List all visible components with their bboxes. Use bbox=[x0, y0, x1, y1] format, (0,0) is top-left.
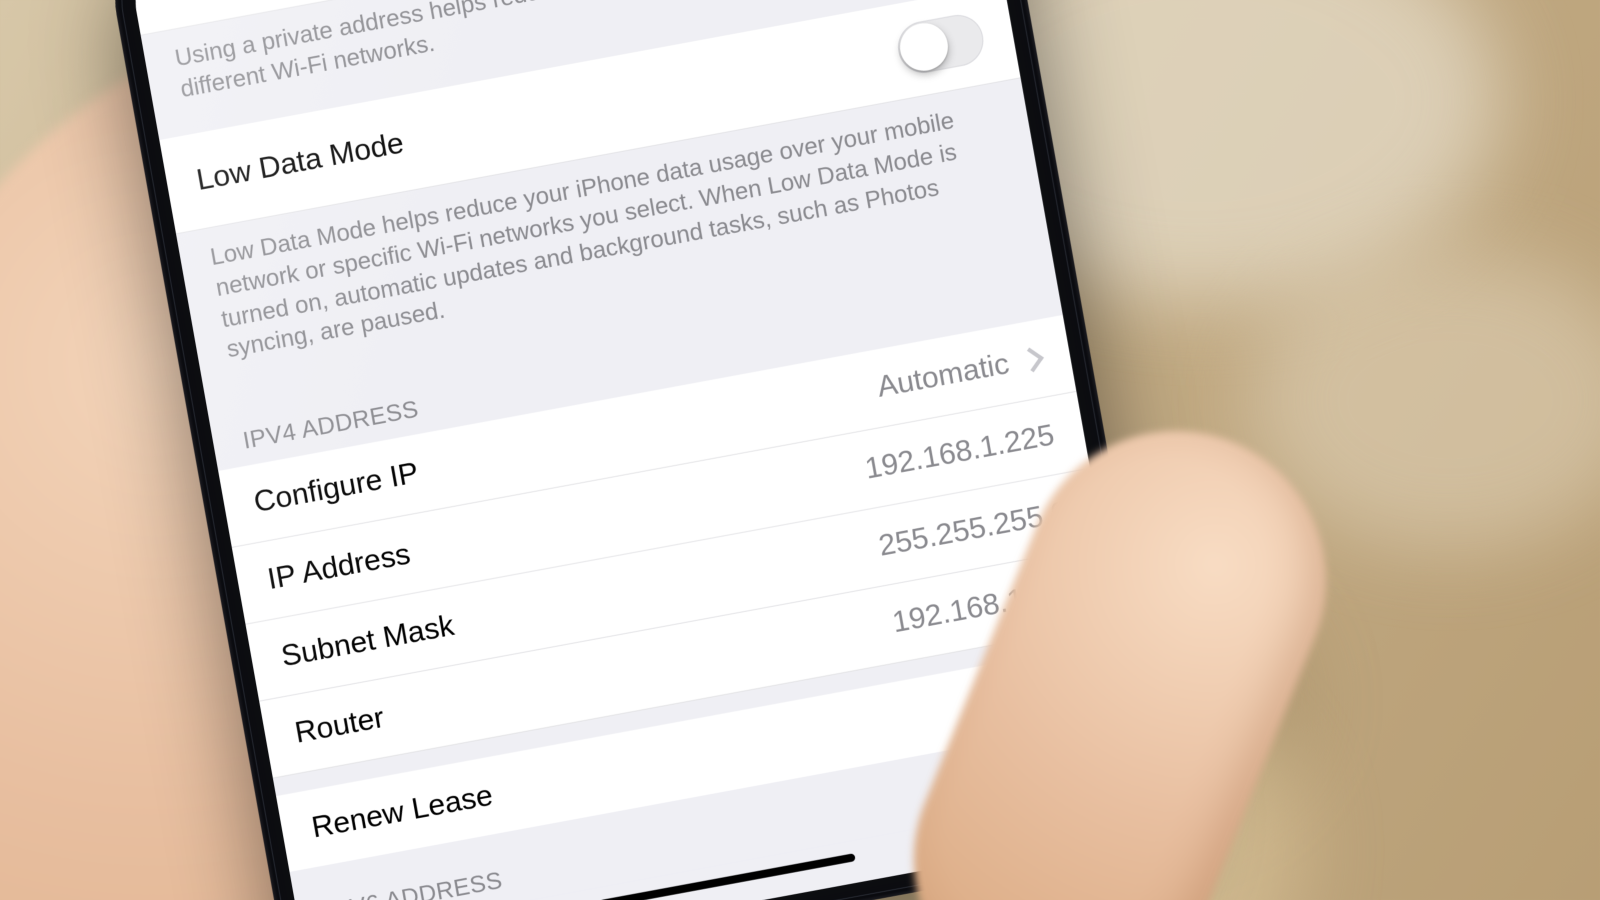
configure-ip-label: Configure IP bbox=[251, 457, 421, 520]
ip-address-label: IP Address bbox=[265, 538, 413, 597]
toggle-knob bbox=[896, 20, 951, 75]
home-indicator[interactable] bbox=[599, 853, 856, 900]
low-data-mode-toggle[interactable] bbox=[894, 11, 987, 77]
ip-address-value: 192.168.1.225 bbox=[863, 419, 1057, 487]
subnet-mask-label: Subnet Mask bbox=[279, 609, 457, 674]
router-label: Router bbox=[292, 701, 386, 750]
chevron-right-icon bbox=[1019, 348, 1044, 373]
renew-lease-button[interactable]: Renew Lease bbox=[309, 779, 495, 845]
configure-ip-value: Automatic bbox=[875, 348, 1012, 405]
